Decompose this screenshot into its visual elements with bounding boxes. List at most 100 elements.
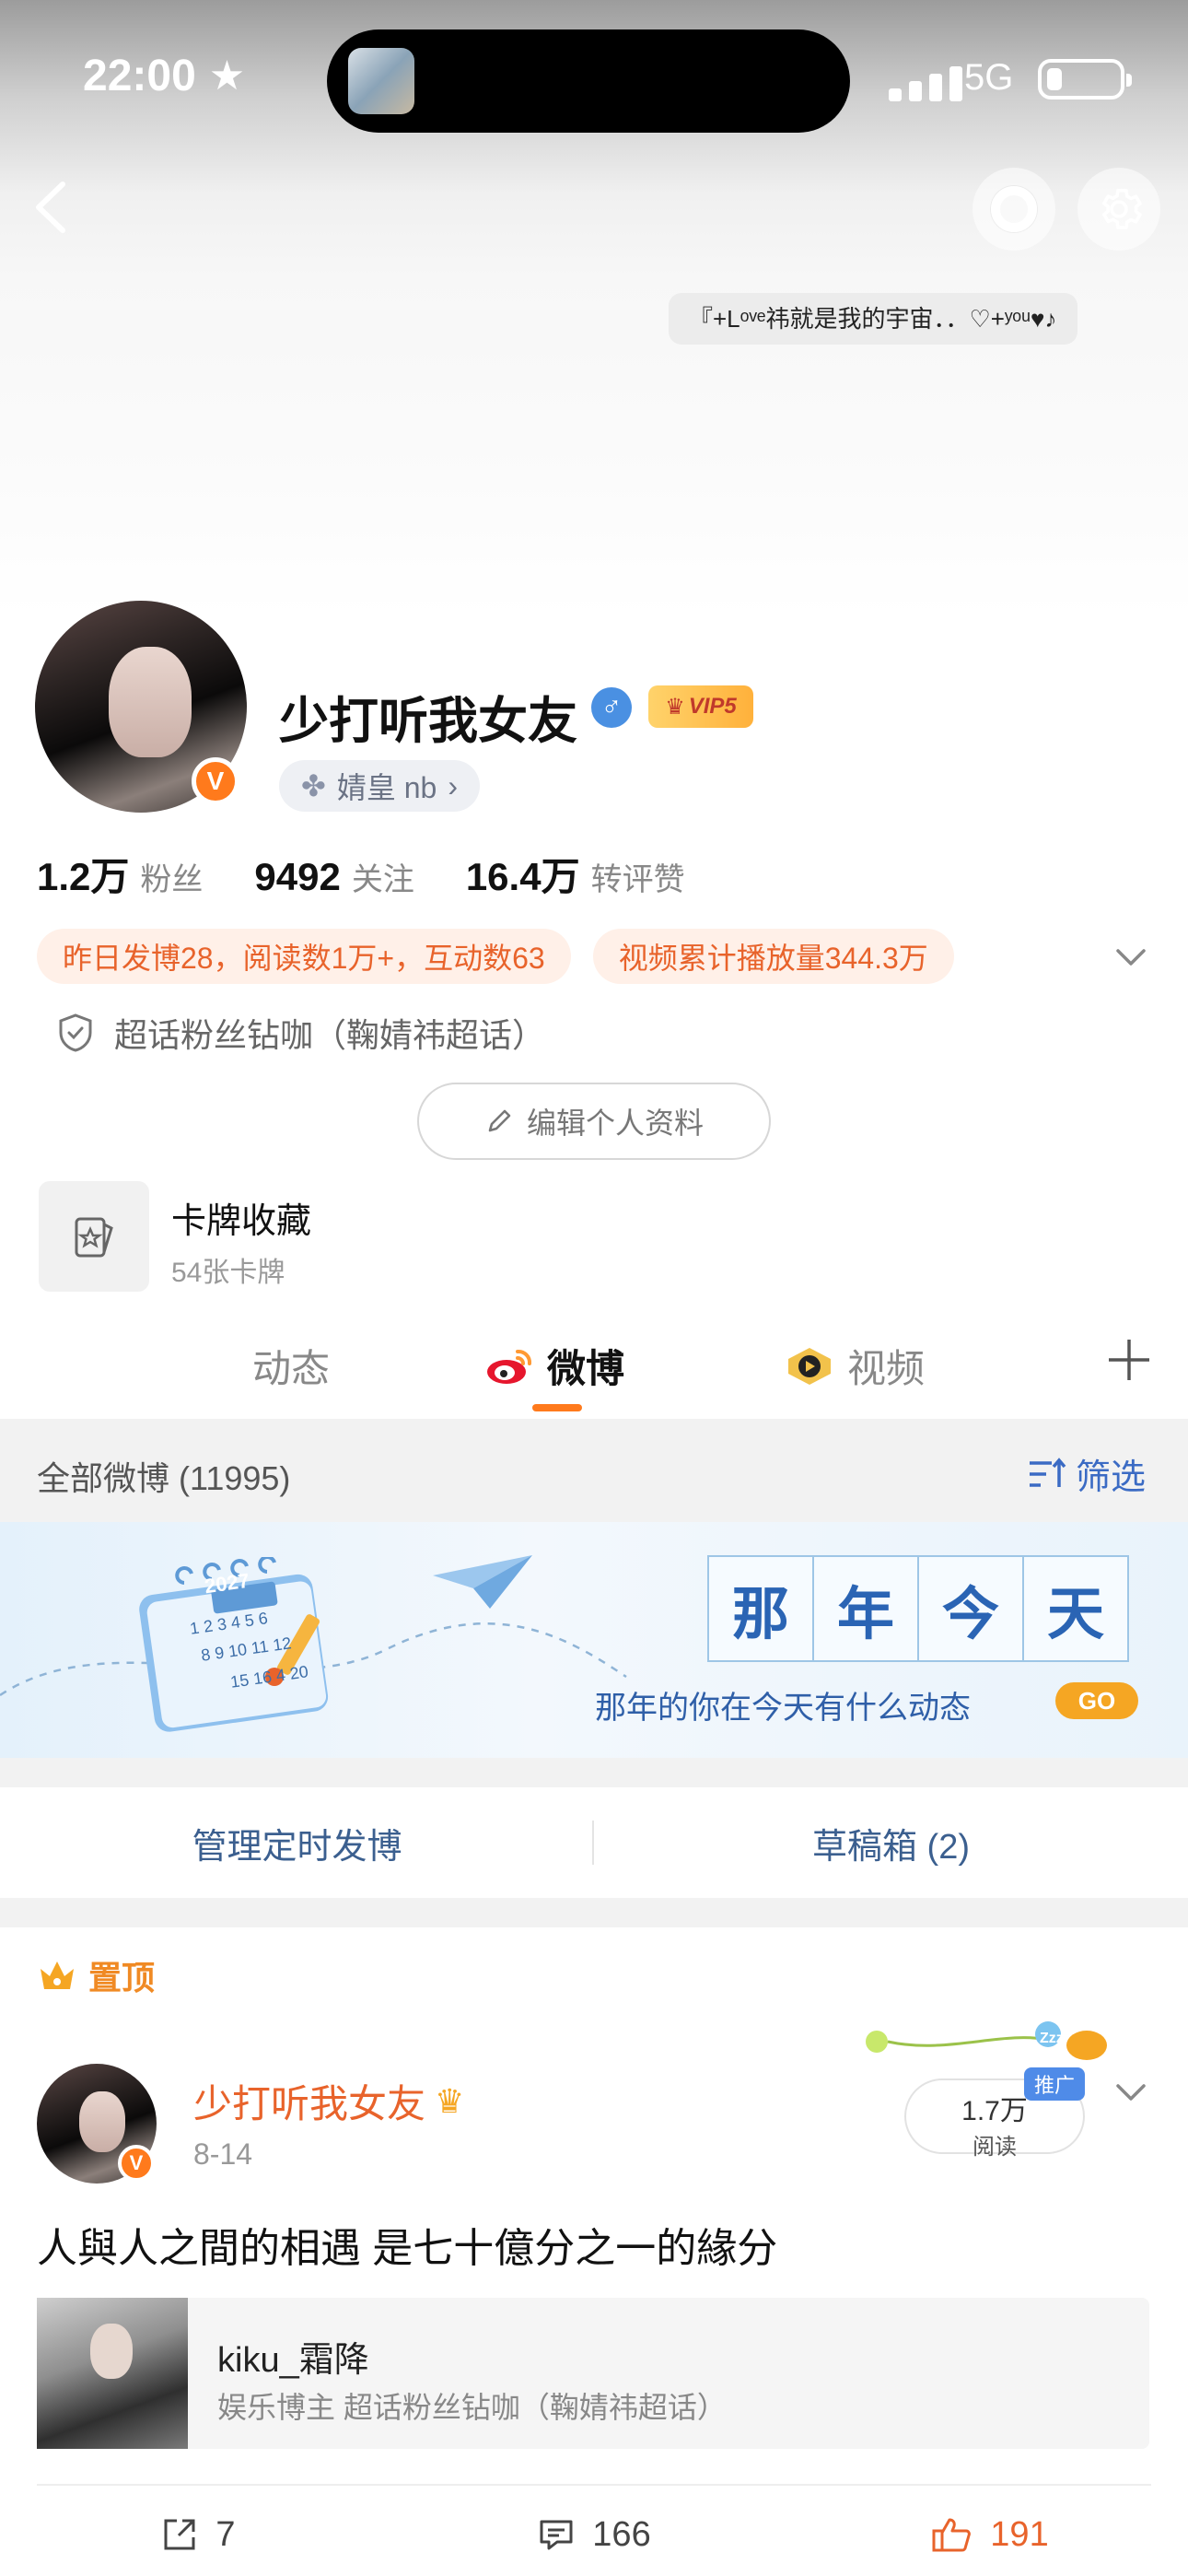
activity-chip-video[interactable]: 视频累计播放量344.3万 xyxy=(592,929,954,984)
loading-button[interactable] xyxy=(973,168,1055,251)
mentioned-user-name: kiku_霜降 xyxy=(217,2341,369,2380)
tab-video[interactable]: 视频 xyxy=(785,1338,925,1394)
on-this-day-subtitle: 那年的你在今天有什么动态 xyxy=(595,1690,971,1727)
thumbs-up-icon xyxy=(932,2518,972,2552)
status-time-text: 22:00 xyxy=(83,52,196,100)
like-button[interactable]: 191 xyxy=(792,2502,1188,2567)
activity-chips: 昨日发博28，阅读数1万+，互动数63 视频累计播放量344.3万 xyxy=(37,929,954,984)
share-icon xyxy=(164,2519,195,2550)
verified-badge: V xyxy=(118,2145,155,2182)
post-date: 8-14 xyxy=(193,2137,253,2171)
clover-icon: ✤ xyxy=(301,769,326,802)
title-char: 今 xyxy=(917,1555,1024,1662)
stat-value: 9492 xyxy=(254,855,341,898)
read-count-label: 阅读 xyxy=(973,2135,1017,2160)
scheduled-posts-button[interactable]: 管理定时发博 xyxy=(0,1787,594,1898)
edit-profile-label: 编辑个人资料 xyxy=(526,1107,704,1140)
crown-icon xyxy=(41,1961,74,1989)
profile-name: 少打听我女友 xyxy=(279,694,577,749)
title-char: 年 xyxy=(812,1555,919,1662)
manage-divider xyxy=(592,1821,594,1865)
fan-club-button[interactable]: ✤ 婧皇 nb › xyxy=(279,760,480,812)
stat-label: 转评赞 xyxy=(590,862,685,897)
card-collection-icon[interactable] xyxy=(39,1181,149,1292)
zzz-label: Zzz xyxy=(1040,2031,1064,2046)
chevron-down-icon[interactable] xyxy=(1112,2078,1149,2106)
superfan-label: 超话粉丝钻咖（鞠婧祎超话） xyxy=(114,1016,546,1054)
like-count: 191 xyxy=(990,2514,1049,2554)
tab-label: 视频 xyxy=(847,1347,926,1390)
card-star-icon xyxy=(75,1217,113,1258)
shield-check-icon xyxy=(59,1013,92,1052)
stat-label: 关注 xyxy=(351,862,414,897)
card-collection-title[interactable]: 卡牌收藏 xyxy=(171,1192,311,1243)
fan-club-label: 婧皇 nb xyxy=(336,771,437,804)
verified-badge: V xyxy=(192,757,239,805)
sleeping-cat-decoration xyxy=(864,2018,1112,2066)
now-playing-thumbnail xyxy=(348,48,414,114)
male-gender-icon: ♂ xyxy=(591,687,632,728)
section-separator xyxy=(0,1758,1188,1787)
back-arrow-icon[interactable] xyxy=(26,175,77,240)
stat-interactions[interactable]: 16.4万 转评赞 xyxy=(466,846,685,902)
title-char: 那 xyxy=(707,1555,814,1662)
pencil-icon xyxy=(488,1109,511,1132)
promote-badge[interactable]: 推广 xyxy=(1024,2067,1085,2101)
superfan-row[interactable]: 超话粉丝钻咖（鞠婧祎超话） xyxy=(57,1009,545,1057)
profile-stats: 1.2万 粉丝 9492 关注 16.4万 转评赞 xyxy=(37,846,685,902)
stat-followers[interactable]: 1.2万 粉丝 xyxy=(37,846,203,902)
post-author-label: 少打听我女友 xyxy=(193,2082,426,2125)
status-time: 22:00 ★ xyxy=(83,51,245,101)
vip-badge[interactable]: ♛ VIP5 xyxy=(648,685,753,728)
stat-following[interactable]: 9492 关注 xyxy=(254,854,413,899)
post-actions: 7 166 191 xyxy=(0,2502,1188,2567)
post-author-name[interactable]: 少打听我女友 ♛ xyxy=(193,2073,464,2129)
paper-plane-icon xyxy=(433,1555,532,1609)
repost-count: 7 xyxy=(215,2514,236,2554)
filter-label: 筛选 xyxy=(1076,1458,1147,1497)
manage-row: 管理定时发博 草稿箱 (2) xyxy=(0,1787,1188,1898)
edit-profile-button[interactable]: 编辑个人资料 xyxy=(417,1083,771,1160)
comment-button[interactable]: 166 xyxy=(396,2502,792,2567)
title-char: 天 xyxy=(1022,1555,1129,1662)
chevron-right-icon: › xyxy=(448,768,458,802)
filter-button[interactable]: 筛选 xyxy=(1026,1448,1146,1499)
tab-dynamics[interactable]: 动态 xyxy=(252,1338,330,1394)
cat-string-icon xyxy=(866,2021,1107,2060)
crown-icon: ♛ xyxy=(665,694,685,720)
stat-value: 16.4万 xyxy=(465,855,580,898)
all-posts-count: 全部微博 (11995) xyxy=(37,1459,291,1497)
settings-button[interactable] xyxy=(1077,168,1160,251)
filter-icon xyxy=(1030,1457,1066,1487)
tab-label: 动态 xyxy=(252,1347,331,1390)
actions-divider xyxy=(37,2484,1151,2486)
tab-weibo[interactable]: 微博 xyxy=(484,1338,624,1394)
video-play-icon xyxy=(788,1347,831,1385)
plus-icon[interactable] xyxy=(1103,1334,1155,1386)
weibo-logo-icon xyxy=(487,1349,532,1384)
battery-icon xyxy=(1038,59,1132,100)
active-tab-indicator xyxy=(532,1404,582,1411)
mentioned-user-description: 娱乐博主 超话粉丝钻咖（鞠婧祎超话） xyxy=(217,2391,727,2424)
loading-ring-icon xyxy=(991,186,1037,232)
stat-label: 粉丝 xyxy=(140,862,204,897)
comment-count: 166 xyxy=(592,2514,651,2554)
repost-button[interactable]: 7 xyxy=(0,2502,396,2567)
pinned-label: 置顶 xyxy=(37,1951,155,1999)
on-this-day-title: 那 年 今 天 xyxy=(707,1555,1129,1662)
star-icon: ★ xyxy=(208,53,246,99)
post-content: 人與人之間的相遇 是七十億分之一的緣分 xyxy=(37,2226,778,2271)
mentioned-user-image xyxy=(37,2298,188,2449)
vip-crown-icon: ♛ xyxy=(435,2081,465,2120)
vip-label: VIP5 xyxy=(688,694,737,719)
stat-value: 1.2万 xyxy=(37,855,130,898)
chevron-down-icon[interactable] xyxy=(1112,943,1149,971)
drafts-button[interactable]: 草稿箱 (2) xyxy=(594,1787,1188,1898)
go-button[interactable]: GO xyxy=(1055,1682,1138,1719)
card-collection-count: 54张卡牌 xyxy=(171,1258,285,1288)
pinned-text: 置顶 xyxy=(88,1959,156,1996)
activity-chip-posts[interactable]: 昨日发博28，阅读数1万+，互动数63 xyxy=(37,929,571,984)
signal-icon xyxy=(889,66,962,101)
tab-label: 微博 xyxy=(547,1347,625,1390)
comment-icon xyxy=(540,2520,573,2550)
